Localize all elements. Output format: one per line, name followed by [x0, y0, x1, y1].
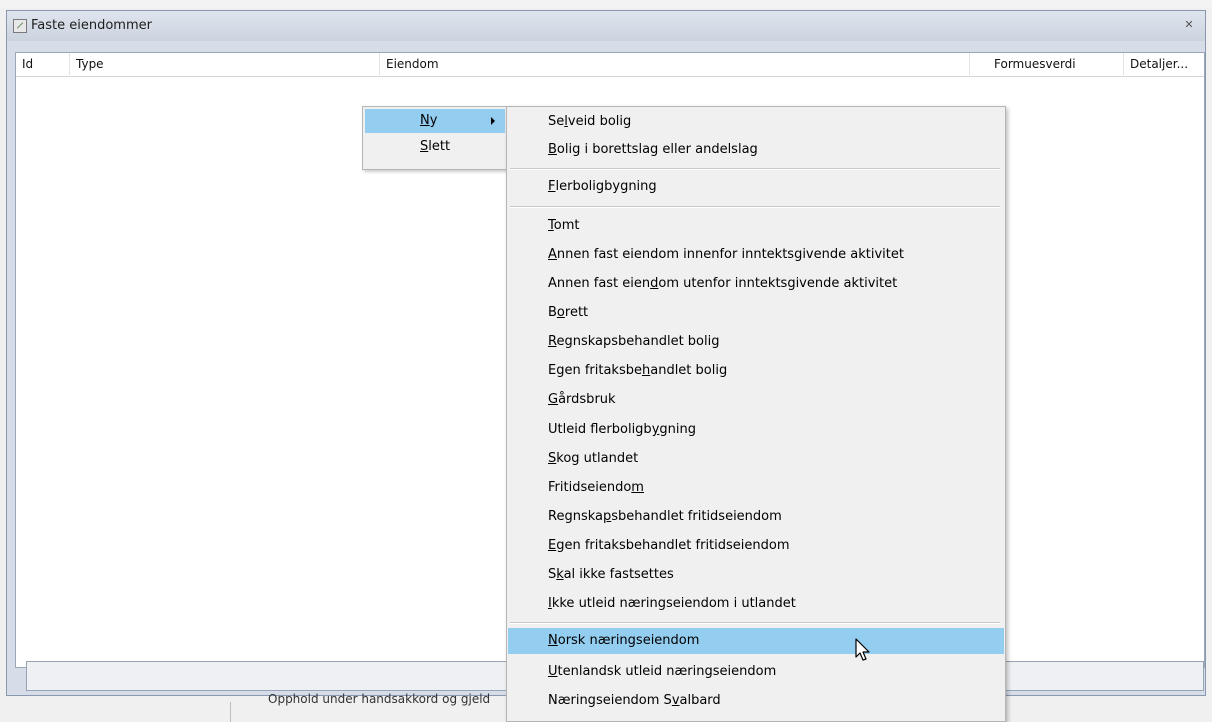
submenu-item-fritidseiendom[interactable]: Fritidseiendom — [508, 475, 1004, 501]
submenu-item-tomt[interactable]: Tomt — [508, 213, 1004, 239]
column-header-formuesverdi[interactable]: Formuesverdi — [970, 53, 1124, 75]
column-header-type[interactable]: Type — [70, 53, 380, 75]
submenu-item-naeringseiendom-svalbard[interactable]: Næringseiendom Svalbard — [508, 688, 1004, 714]
menu-item-ny[interactable]: Ny — [365, 109, 505, 133]
menu-separator — [510, 168, 1000, 170]
column-header-detaljer[interactable]: Detaljer... — [1124, 53, 1204, 75]
background-window-strip — [0, 0, 1212, 8]
menu-item-slett[interactable]: Slett — [365, 135, 505, 159]
submenu-item-regnskapsbehandlet-bolig[interactable]: Regnskapsbehandlet bolig — [508, 329, 1004, 355]
pen-square-icon — [13, 19, 27, 33]
column-header-eiendom[interactable]: Eiendom — [380, 53, 970, 75]
background-divider — [230, 702, 231, 722]
submenu-item-utenlandsk-utleid-naeringseiendom[interactable]: Utenlandsk utleid næringseiendom — [508, 659, 1004, 685]
window-title: Faste eiendommer — [31, 18, 152, 33]
menu-separator — [510, 206, 1000, 208]
submenu-item-skog-utlandet[interactable]: Skog utlandet — [508, 446, 1004, 472]
context-menu: Ny Slett — [362, 106, 508, 170]
submenu-item-annen-innenfor[interactable]: Annen fast eiendom innenfor inntektsgive… — [508, 242, 1004, 268]
submenu-arrow-icon — [491, 117, 495, 125]
submenu-item-flerboligbygning[interactable]: Flerboligbygning — [508, 174, 1004, 200]
submenu-item-gardsbruk[interactable]: Gårdsbruk — [508, 387, 1004, 413]
submenu-item-selveid-bolig[interactable]: Selveid bolig — [508, 109, 1004, 135]
submenu-item-egen-fritaksbehandlet-fritidseiendom[interactable]: Egen fritaksbehandlet fritidseiendom — [508, 533, 1004, 559]
submenu-item-utleid-flerboligbygning[interactable]: Utleid flerboligbygning — [508, 417, 1004, 443]
submenu-item-egen-fritaksbehandlet-bolig[interactable]: Egen fritaksbehandlet bolig — [508, 358, 1004, 384]
submenu-item-ikke-utleid-naeringseiendom[interactable]: Ikke utleid næringseiendom i utlandet — [508, 591, 1004, 617]
close-icon[interactable]: ✕ — [1181, 17, 1197, 33]
submenu-item-bolig-i-borettslag[interactable]: Bolig i borettslag eller andelslag — [508, 137, 1004, 163]
submenu-item-borett[interactable]: Borett — [508, 300, 1004, 326]
submenu-item-norsk-naeringseiendom[interactable]: Norsk næringseiendom — [508, 628, 1004, 654]
submenu-item-annen-utenfor[interactable]: Annen fast eiendom utenfor inntektsgiven… — [508, 271, 1004, 297]
column-header-id[interactable]: Id — [16, 53, 70, 75]
window-titlebar[interactable]: Faste eiendommer ✕ — [7, 11, 1205, 41]
list-header: Id Type Eiendom Formuesverdi Detaljer... — [16, 53, 1204, 77]
background-partial-text: Opphold under handsakkord og gjeld — [268, 692, 491, 706]
submenu-ny: Selveid bolig Bolig i borettslag eller a… — [506, 106, 1006, 722]
submenu-item-regnskapsbehandlet-fritidseiendom[interactable]: Regnskapsbehandlet fritidseiendom — [508, 504, 1004, 530]
mouse-pointer-icon — [855, 638, 870, 661]
menu-item-label: Ny — [420, 113, 438, 128]
submenu-item-skal-ikke-fastsettes[interactable]: Skal ikke fastsettes — [508, 562, 1004, 588]
menu-item-label: Slett — [420, 139, 451, 154]
menu-separator — [510, 622, 1000, 624]
